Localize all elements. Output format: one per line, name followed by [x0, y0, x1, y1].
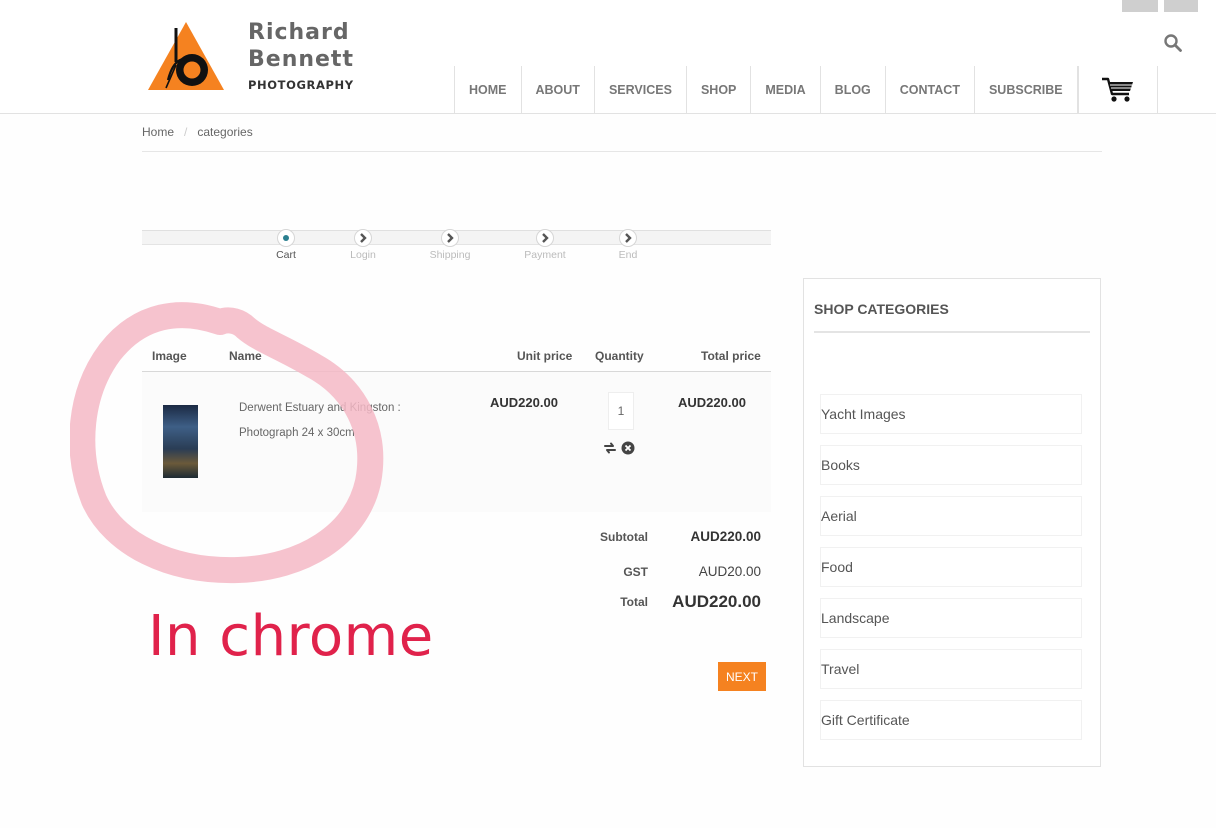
sidebar-divider [814, 331, 1090, 333]
category-aerial[interactable]: Aerial [820, 496, 1082, 536]
nav-item-home[interactable]: HOME [455, 66, 522, 114]
breadcrumb: Home / categories [142, 125, 253, 139]
gst-value: AUD20.00 [698, 564, 761, 579]
chevron-right-icon [441, 229, 459, 247]
total-value: AUD220.00 [672, 592, 761, 611]
site-header: Richard Bennett PHOTOGRAPHY HOME ABOUT S… [0, 0, 1216, 114]
chevron-right-icon [619, 229, 637, 247]
top-bar-icon[interactable] [1122, 0, 1158, 12]
step-cart[interactable]: Cart [256, 229, 316, 261]
search-icon[interactable] [1163, 33, 1183, 53]
brand-name-line2: Bennett [248, 47, 354, 72]
annotation-circle [70, 302, 384, 584]
chevron-right-icon [354, 229, 372, 247]
col-header-total-price: Total price [701, 349, 761, 363]
nav-cart-button[interactable] [1077, 66, 1158, 114]
step-end[interactable]: End [598, 229, 658, 261]
quantity-actions [603, 441, 635, 455]
col-header-unit-price: Unit price [517, 349, 573, 363]
main-nav: HOME ABOUT SERVICES SHOP MEDIA BLOG CONT… [454, 66, 1158, 114]
category-food[interactable]: Food [820, 547, 1082, 587]
chevron-right-icon [536, 229, 554, 247]
nav-item-blog[interactable]: BLOG [821, 66, 886, 114]
nav-item-media[interactable]: MEDIA [751, 66, 821, 114]
shop-categories-sidebar: SHOP CATEGORIES Yacht Images Books Aeria… [803, 278, 1101, 767]
category-books[interactable]: Books [820, 445, 1082, 485]
nav-item-services[interactable]: SERVICES [595, 66, 687, 114]
top-utility-icons [1122, 0, 1202, 14]
subtotal-value: AUD220.00 [690, 529, 761, 544]
breadcrumb-current: categories [197, 125, 253, 139]
remove-icon[interactable] [621, 441, 635, 455]
step-shipping[interactable]: Shipping [420, 229, 480, 261]
nav-item-shop[interactable]: SHOP [687, 66, 752, 114]
col-header-quantity: Quantity [595, 349, 644, 363]
breadcrumb-separator: / [184, 125, 188, 139]
logo-mark-icon [148, 22, 224, 90]
breadcrumb-home[interactable]: Home [142, 125, 174, 139]
gst-label: GST [623, 565, 648, 579]
cart-icon [1101, 77, 1133, 102]
sidebar-title: SHOP CATEGORIES [814, 301, 949, 317]
step-label: End [618, 249, 638, 261]
total-label: Total [620, 595, 648, 609]
step-login[interactable]: Login [333, 229, 393, 261]
nav-item-subscribe[interactable]: SUBSCRIBE [975, 66, 1078, 114]
category-travel[interactable]: Travel [820, 649, 1082, 689]
step-label: Login [350, 249, 376, 261]
refresh-icon[interactable] [603, 441, 617, 455]
step-label: Cart [276, 249, 296, 261]
line-total-price: AUD220.00 [678, 395, 746, 410]
step-label: Shipping [429, 249, 471, 261]
category-landscape[interactable]: Landscape [820, 598, 1082, 638]
category-yacht-images[interactable]: Yacht Images [820, 394, 1082, 434]
current-step-icon [277, 229, 295, 247]
brand-name-line1: Richard [248, 20, 350, 45]
brand-tagline: PHOTOGRAPHY [248, 78, 354, 92]
step-payment[interactable]: Payment [515, 229, 575, 261]
subtotal-label: Subtotal [600, 530, 648, 544]
nav-item-contact[interactable]: CONTACT [886, 66, 975, 114]
quantity-input[interactable]: 1 [608, 392, 634, 430]
nav-item-about[interactable]: ABOUT [522, 66, 595, 114]
unit-price: AUD220.00 [490, 395, 558, 410]
top-bar-icon[interactable] [1164, 0, 1198, 12]
annotation-text: In chrome [148, 604, 434, 669]
step-label: Payment [524, 249, 566, 261]
category-gift-certificate[interactable]: Gift Certificate [820, 700, 1082, 740]
next-button[interactable]: NEXT [718, 662, 766, 691]
breadcrumb-divider [142, 151, 1102, 152]
site-logo[interactable]: Richard Bennett PHOTOGRAPHY [146, 20, 358, 96]
